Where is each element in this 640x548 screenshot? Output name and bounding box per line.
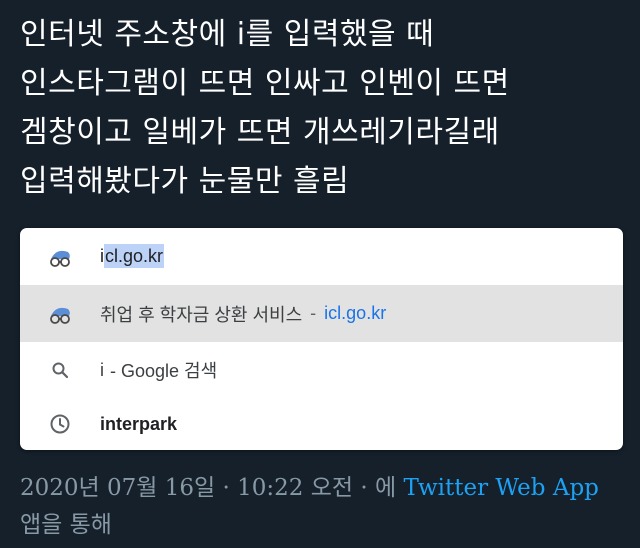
tweet-text: 인터넷 주소창에 i를 입력했을 때 인스타그램이 뜨면 인싸고 인벤이 뜨면 … [20,10,620,206]
meta-dot: · [360,475,368,501]
suggestion-item-google-search[interactable]: i - Google 검색 [20,342,623,398]
suggestion-history-text: interpark [100,413,178,434]
inline-completion-selected: cl.go.kr [104,244,165,268]
tweet-line: 인터넷 주소창에 i를 입력했을 때 [20,17,435,52]
suggestion-item-icl[interactable]: 취업 후 학자금 상환 서비스 - icl.go.kr [20,285,623,342]
via-suffix: 앱을 통해 [20,512,112,538]
site-favicon-icon [47,301,73,327]
suggestion-typed: i [100,359,104,380]
address-bar-autocomplete-dropdown: icl.go.kr 취업 후 학자금 상환 서비스 - icl.go.kr i … [20,228,623,450]
suggestion-title: 취업 후 학자금 상환 서비스 [100,304,303,325]
suggestion-item-history[interactable]: interpark [20,398,623,450]
tweet-date[interactable]: 2020년 07월 16일 [20,475,215,501]
search-icon [47,357,73,383]
tweet-meta: 2020년 07월 16일 · 10:22 오전 · 에 Twitter Web… [20,470,620,544]
suggestion-separator: - [310,303,317,323]
suggestion-search-label: - Google 검색 [110,361,218,381]
via-prefix: 에 [374,475,397,501]
suggestion-url: icl.go.kr [324,303,387,323]
tweet-line: 겜창이고 일베가 뜨면 개쓰레기라길래 [20,115,500,150]
tweet-line: 인스타그램이 뜨면 인싸고 인벤이 뜨면 [20,66,510,101]
address-input-row[interactable]: icl.go.kr [20,228,623,285]
tweet-time[interactable]: 10:22 오전 [237,475,353,501]
tweet-line: 입력해봤다가 눈물만 흘림 [20,164,350,199]
meta-dot: · [222,475,230,501]
tweet-meta-line-1: 2020년 07월 16일 · 10:22 오전 · 에 Twitter Web… [20,470,620,507]
history-clock-icon [47,411,73,437]
tweet-source-link[interactable]: Twitter Web App [403,475,598,501]
address-input[interactable]: icl.go.kr [100,244,165,268]
site-favicon-icon [47,244,73,270]
